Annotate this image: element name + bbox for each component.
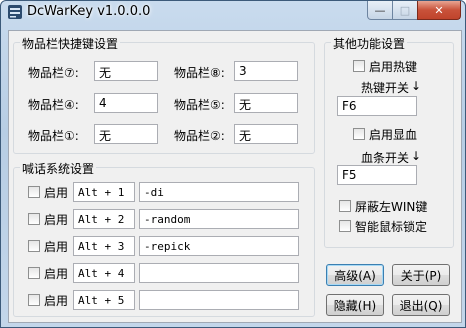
smart-mouse-checkbox[interactable] bbox=[339, 220, 351, 232]
title-bar[interactable]: DcWarKey v1.0.0.0 — □ ✕ bbox=[1, 1, 465, 23]
hide-button[interactable]: 隐藏(H) bbox=[326, 294, 384, 316]
shout4-key-field[interactable]: Alt + 4 bbox=[73, 263, 135, 283]
close-button[interactable]: ✕ bbox=[417, 1, 461, 20]
slot2-label: 物品栏②: bbox=[174, 129, 225, 143]
block-win-label: 屏蔽左WIN键 bbox=[355, 200, 428, 214]
other-functions-group-label: 其他功能设置 bbox=[331, 35, 408, 52]
slot4-field[interactable]: 4 bbox=[94, 93, 158, 113]
shout2-checkbox[interactable] bbox=[28, 213, 40, 225]
shout-group-label: 喊话系统设置 bbox=[20, 160, 97, 177]
shout4-enable-label: 启用 bbox=[44, 267, 69, 281]
window-title: DcWarKey v1.0.0.0 bbox=[27, 4, 151, 19]
slot4-label: 物品栏④: bbox=[28, 98, 79, 112]
hotkey-toggle-label: 热键开关 bbox=[361, 81, 410, 95]
app-icon bbox=[8, 5, 22, 19]
shout1-enable-label: 启用 bbox=[44, 186, 69, 200]
minimize-button[interactable]: — bbox=[367, 1, 393, 20]
shout5-checkbox[interactable] bbox=[28, 294, 40, 306]
shout5-enable-label: 启用 bbox=[44, 294, 69, 308]
shout1-key-field[interactable]: Alt + 1 bbox=[73, 182, 135, 202]
shout2-text-field[interactable]: -random bbox=[139, 209, 299, 229]
shout-group: 喊话系统设置 启用 Alt + 1 -di 启用 Alt + 2 -random… bbox=[13, 160, 315, 317]
item-hotkey-group: 物品栏快捷键设置 物品栏⑦: 无 物品栏⑧: 3 物品栏④: 4 物品栏⑤: 无… bbox=[13, 35, 315, 154]
shout2-enable-label: 启用 bbox=[44, 213, 69, 227]
slot8-field[interactable]: 3 bbox=[234, 61, 298, 81]
slot5-label: 物品栏⑤: bbox=[174, 98, 225, 112]
shout1-checkbox[interactable] bbox=[28, 186, 40, 198]
enable-hp-checkbox[interactable] bbox=[353, 128, 365, 140]
other-functions-group: 其他功能设置 启用热键 热键开关 ↓ F6 启用显血 血条开关 ↓ F5 屏蔽左… bbox=[324, 35, 454, 248]
slot2-field[interactable]: 无 bbox=[234, 124, 298, 144]
shout4-text-field[interactable] bbox=[139, 263, 299, 283]
shout4-checkbox[interactable] bbox=[28, 267, 40, 279]
shout5-text-field[interactable] bbox=[139, 290, 299, 310]
shout2-key-field[interactable]: Alt + 2 bbox=[73, 209, 135, 229]
shout3-key-field[interactable]: Alt + 3 bbox=[73, 236, 135, 256]
client-area: 物品栏快捷键设置 物品栏⑦: 无 物品栏⑧: 3 物品栏④: 4 物品栏⑤: 无… bbox=[8, 30, 462, 323]
shout3-checkbox[interactable] bbox=[28, 240, 40, 252]
slot8-label: 物品栏⑧: bbox=[174, 66, 225, 80]
close-icon: ✕ bbox=[434, 3, 444, 17]
hotkey-arrow-icon: ↓ bbox=[411, 79, 422, 93]
enable-hotkey-label: 启用热键 bbox=[369, 60, 418, 74]
enable-hotkey-checkbox[interactable] bbox=[353, 60, 365, 72]
hpbar-toggle-field[interactable]: F5 bbox=[337, 165, 417, 185]
slot7-field[interactable]: 无 bbox=[94, 61, 158, 81]
maximize-icon: □ bbox=[399, 3, 411, 17]
about-button[interactable]: 关于(P) bbox=[392, 264, 450, 286]
app-window: DcWarKey v1.0.0.0 — □ ✕ 物品栏快捷键设置 物品栏⑦: 无… bbox=[0, 0, 466, 328]
minimize-icon: — bbox=[374, 3, 386, 17]
shout3-enable-label: 启用 bbox=[44, 240, 69, 254]
exit-button[interactable]: 退出(Q) bbox=[392, 294, 450, 316]
maximize-button[interactable]: □ bbox=[392, 1, 418, 20]
hpbar-toggle-label: 血条开关 bbox=[361, 151, 410, 165]
shout3-text-field[interactable]: -repick bbox=[139, 236, 299, 256]
shout1-text-field[interactable]: -di bbox=[139, 182, 299, 202]
block-win-checkbox[interactable] bbox=[339, 200, 351, 212]
enable-hp-label: 启用显血 bbox=[369, 128, 418, 142]
shout5-key-field[interactable]: Alt + 5 bbox=[73, 290, 135, 310]
slot1-label: 物品栏①: bbox=[28, 129, 79, 143]
slot5-field[interactable]: 无 bbox=[234, 93, 298, 113]
advanced-button[interactable]: 高级(A) bbox=[326, 264, 384, 286]
item-hotkey-group-label: 物品栏快捷键设置 bbox=[20, 35, 121, 52]
slot1-field[interactable]: 无 bbox=[94, 124, 158, 144]
slot7-label: 物品栏⑦: bbox=[28, 66, 79, 80]
smart-mouse-label: 智能鼠标锁定 bbox=[355, 220, 428, 234]
hotkey-toggle-field[interactable]: F6 bbox=[337, 96, 417, 116]
hpbar-arrow-icon: ↓ bbox=[411, 149, 422, 163]
